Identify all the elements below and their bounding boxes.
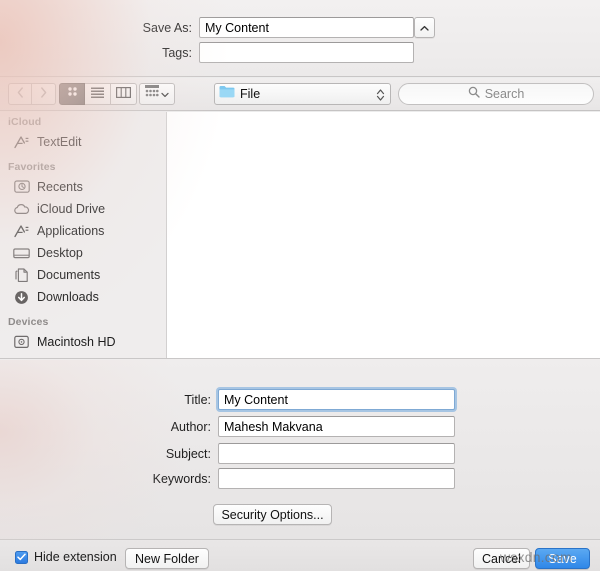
sidebar-item-label: iCloud Drive (37, 202, 106, 216)
search-placeholder: Search (484, 87, 525, 101)
icon-view-icon (66, 85, 79, 103)
hide-extension-checkbox[interactable]: Hide extension (15, 550, 117, 564)
sidebar-item-label: Desktop (37, 246, 83, 260)
applications-icon (13, 223, 30, 240)
sidebar-item-recents[interactable]: Recents (0, 176, 166, 198)
sidebar-section-icloud-title: iCloud (8, 116, 42, 128)
up-down-stepper-icon (376, 88, 385, 107)
title-label: Title: (184, 392, 211, 407)
sidebar-item-icloud-drive[interactable]: iCloud Drive (0, 198, 166, 220)
chevron-left-icon (17, 85, 24, 103)
pdf-metadata-panel: Title: Author: Subject: Keywords: Securi… (0, 358, 600, 539)
sidebar-item-label: Recents (37, 180, 83, 194)
sidebar-item-label: TextEdit (37, 135, 82, 149)
tags-row: Tags: (134, 42, 414, 63)
folder-icon (219, 85, 235, 103)
location-label: File (240, 87, 261, 101)
checkmark-icon (15, 550, 28, 564)
subject-label: Subject: (165, 446, 211, 461)
save-dialog-header: Save As: Tags: (0, 0, 600, 77)
sidebar-section-devices-title: Devices (8, 316, 49, 328)
view-mode-buttons (59, 83, 137, 105)
hard-drive-icon (13, 334, 30, 351)
keywords-label: Keywords: (152, 471, 211, 486)
cancel-button[interactable]: Cancel (473, 548, 530, 569)
save-button[interactable]: Save (535, 548, 590, 569)
author-row: Author: (106, 416, 455, 437)
save-as-row: Save As: (134, 17, 414, 38)
dialog-footer: Hide extension New Folder Cancel Save (0, 539, 600, 571)
view-icon-button[interactable] (59, 83, 85, 105)
save-as-input[interactable] (199, 17, 414, 38)
save-as-label: Save As: (142, 20, 192, 35)
back-button[interactable] (8, 83, 32, 105)
arrange-by-button[interactable] (139, 83, 175, 105)
tags-input[interactable] (199, 42, 414, 63)
textedit-app-icon (13, 134, 30, 151)
chevron-up-icon (420, 19, 429, 37)
sidebar-item-desktop[interactable]: Desktop (0, 242, 166, 264)
sidebar-section-favorites-title: Favorites (8, 161, 56, 173)
finder-sidebar[interactable]: iCloud TextEdit Favorites Recents iCloud… (0, 112, 166, 358)
title-input[interactable] (218, 389, 455, 410)
subject-row: Subject: (106, 443, 455, 464)
sidebar-item-applications[interactable]: Applications (0, 220, 166, 242)
security-options-button[interactable]: Security Options... (213, 504, 332, 525)
forward-button[interactable] (32, 83, 56, 105)
title-row: Title: (106, 389, 455, 410)
documents-icon (13, 267, 30, 284)
tags-label: Tags: (162, 45, 192, 60)
view-column-button[interactable] (111, 83, 137, 105)
keywords-row: Keywords: (106, 468, 455, 489)
sidebar-item-label: Macintosh HD (37, 335, 116, 349)
expand-dialog-button[interactable] (414, 17, 435, 38)
sidebar-item-label: Applications (37, 224, 105, 238)
sidebar-item-documents[interactable]: Documents (0, 264, 166, 286)
chevron-right-icon (40, 85, 47, 103)
view-list-button[interactable] (85, 83, 111, 105)
recents-clock-icon (13, 179, 30, 196)
desktop-icon (13, 245, 30, 262)
file-browser-area[interactable] (166, 112, 600, 358)
column-view-icon (116, 85, 132, 103)
new-folder-button[interactable]: New Folder (125, 548, 209, 569)
sidebar-item-label: Downloads (37, 290, 99, 304)
search-field[interactable]: Search (398, 83, 594, 105)
author-label: Author: (170, 419, 211, 434)
downloads-arrow-icon (13, 289, 30, 306)
subject-input[interactable] (218, 443, 455, 464)
list-view-icon (91, 85, 104, 103)
sidebar-item-label: Documents (37, 268, 101, 282)
cloud-icon (13, 201, 30, 218)
hide-extension-label: Hide extension (34, 550, 117, 564)
sidebar-item-textedit[interactable]: TextEdit (0, 131, 166, 153)
keywords-input[interactable] (218, 468, 455, 489)
sidebar-item-macintosh-hd[interactable]: Macintosh HD (0, 331, 166, 353)
author-input[interactable] (218, 416, 455, 437)
search-icon (468, 85, 480, 103)
chevron-down-icon (161, 85, 169, 103)
sidebar-item-downloads[interactable]: Downloads (0, 286, 166, 308)
navigation-buttons (8, 83, 56, 105)
location-popup-button[interactable]: File (214, 83, 391, 105)
arrange-grid-icon (145, 85, 159, 103)
